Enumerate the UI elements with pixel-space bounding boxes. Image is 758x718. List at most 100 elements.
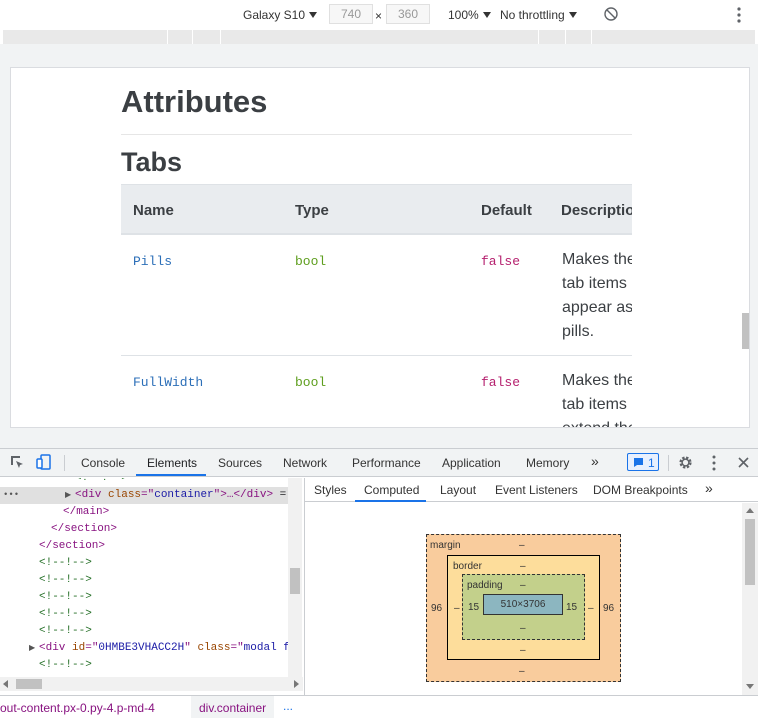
gear-icon[interactable]: [678, 455, 693, 470]
expand-arrow-icon[interactable]: ▶: [65, 487, 71, 504]
attributes-heading: Attributes: [121, 84, 268, 119]
dom-node[interactable]: <!--!-->: [0, 478, 290, 487]
node-markup: <!--!-->: [39, 606, 92, 623]
box-model-padding[interactable]: padding – 15 15 – 510×3706: [462, 574, 585, 640]
dom-node[interactable]: <!--!-->: [0, 606, 290, 623]
tab-application[interactable]: Application: [442, 456, 501, 470]
border-bottom-value: –: [520, 645, 526, 656]
media-query-segment: [538, 30, 539, 44]
prop-name[interactable]: Pills: [133, 254, 172, 269]
device-toolbar-toggle-icon[interactable]: [36, 454, 52, 471]
side-pane-scrollbar[interactable]: [742, 503, 758, 695]
dom-node[interactable]: </main>: [0, 504, 290, 521]
throttling-select[interactable]: No throttling: [500, 8, 577, 22]
dom-node[interactable]: <!--!-->: [0, 555, 290, 572]
breadcrumb-overflow[interactable]: ...: [283, 699, 293, 713]
toolbar-divider: [668, 455, 669, 471]
tab-computed[interactable]: Computed: [364, 483, 419, 497]
markup-token: <!--!-->: [39, 659, 92, 671]
more-options-icon[interactable]: [733, 5, 745, 25]
media-query-bar[interactable]: [3, 30, 755, 44]
markup-token: class: [108, 489, 142, 501]
devtools-panel: Console Elements Sources Network Perform…: [0, 448, 758, 718]
device-select[interactable]: Galaxy S10: [243, 8, 318, 22]
margin-right-value: 96: [603, 603, 615, 614]
box-model-margin[interactable]: margin – 96 96 – border – – – – padding …: [426, 534, 621, 682]
markup-token: 0HMBE3VHACC2H: [98, 642, 185, 654]
media-query-segment: [192, 30, 193, 44]
tab-console[interactable]: Console: [81, 456, 125, 470]
tabs-heading: Tabs: [121, 147, 183, 177]
padding-right-value: 15: [566, 602, 578, 613]
tab-dom-breakpoints[interactable]: DOM Breakpoints: [593, 483, 688, 497]
tab-network[interactable]: Network: [283, 456, 327, 470]
box-model-content[interactable]: 510×3706: [483, 594, 563, 615]
close-icon[interactable]: [737, 456, 750, 469]
box-model-border[interactable]: border – – – – padding – 15 15 – 510×370…: [447, 555, 600, 660]
node-markup: </main>: [63, 504, 109, 521]
scroll-up-icon[interactable]: [746, 507, 754, 513]
dom-node[interactable]: <!--!-->: [0, 623, 290, 640]
elements-vertical-scrollbar[interactable]: [288, 478, 302, 689]
width-input[interactable]: 740: [329, 4, 373, 24]
dom-node[interactable]: ▶ <div id="0HMBE3VHACC2H" class="modal f: [0, 640, 290, 657]
more-side-tabs-icon[interactable]: »: [705, 480, 713, 496]
scroll-right-icon[interactable]: [292, 680, 300, 688]
scroll-down-icon[interactable]: [746, 684, 754, 690]
prop-name[interactable]: FullWidth: [133, 375, 203, 390]
side-tabbar: Styles Computed Layout Event Listeners D…: [305, 478, 758, 502]
toolbar-divider: [64, 455, 65, 471]
devtools-tabbar: Console Elements Sources Network Perform…: [0, 449, 758, 477]
dom-node[interactable]: </section>: [0, 521, 290, 538]
more-options-icon[interactable]: [708, 454, 720, 472]
dom-node[interactable]: <!--!-->: [0, 572, 290, 589]
markup-token: <!--!-->: [75, 478, 128, 484]
markup-token: container: [154, 489, 214, 501]
viewport-scrollbar-thumb[interactable]: [742, 313, 749, 349]
inspect-element-icon[interactable]: [10, 455, 25, 470]
tab-sources[interactable]: Sources: [218, 456, 262, 470]
scroll-left-icon[interactable]: [2, 680, 10, 688]
issues-badge[interactable]: 1: [627, 453, 659, 471]
breadcrumb-item-selected[interactable]: div.container: [191, 696, 275, 718]
markup-token: =": [85, 642, 99, 654]
breadcrumb-item[interactable]: out-content.px-0.py-4.p-md-4: [0, 701, 155, 715]
device-viewport[interactable]: Attributes Tabs Name Type Default Descri…: [10, 67, 750, 428]
rotate-icon[interactable]: [603, 6, 619, 22]
tab-layout[interactable]: Layout: [440, 483, 476, 497]
desc-line: appear as: [562, 299, 632, 316]
more-tabs-icon[interactable]: »: [591, 453, 599, 469]
media-query-segment: [167, 30, 168, 44]
node-markup: <!--!-->: [39, 623, 92, 640]
elements-horizontal-scrollbar[interactable]: [0, 677, 303, 691]
computed-side-pane: Styles Computed Layout Event Listeners D…: [304, 478, 758, 695]
dom-node[interactable]: </section>: [0, 538, 290, 555]
elements-tree[interactable]: <!--!--> ••• ▶ <div class="container">…</di…: [0, 478, 303, 689]
node-markup: <!--!-->: [75, 478, 128, 487]
tab-elements[interactable]: Elements: [147, 456, 197, 470]
side-pane-scroll-thumb[interactable]: [745, 519, 755, 585]
heading-divider: [121, 134, 632, 135]
elements-horizontal-thumb[interactable]: [16, 679, 42, 689]
zoom-select[interactable]: 100%: [448, 8, 491, 22]
expand-arrow-icon[interactable]: ▶: [29, 640, 35, 657]
node-actions-icon[interactable]: •••: [3, 487, 19, 504]
markup-token: =": [230, 642, 244, 654]
node-markup: <!--!-->: [39, 589, 92, 606]
elements-vertical-thumb[interactable]: [290, 568, 300, 594]
markup-token: <!--!-->: [39, 557, 92, 569]
chevron-down-icon: [482, 12, 491, 18]
markup-token: =: [273, 489, 287, 501]
tab-event-listeners[interactable]: Event Listeners: [495, 483, 578, 497]
dom-node[interactable]: <!--!-->: [0, 589, 290, 606]
tab-styles[interactable]: Styles: [314, 483, 347, 497]
tab-memory[interactable]: Memory: [526, 456, 569, 470]
dom-node[interactable]: <!--!-->: [0, 657, 290, 674]
prop-description: Makes the tab items extend the: [562, 369, 632, 427]
tab-performance[interactable]: Performance: [352, 456, 421, 470]
dom-node-selected[interactable]: ••• ▶ <div class="container">…</div> =: [0, 487, 290, 504]
prop-type: bool: [295, 254, 327, 269]
issues-count: 1: [648, 456, 655, 470]
desc-line: tab items: [562, 275, 627, 292]
height-input[interactable]: 360: [386, 4, 430, 24]
